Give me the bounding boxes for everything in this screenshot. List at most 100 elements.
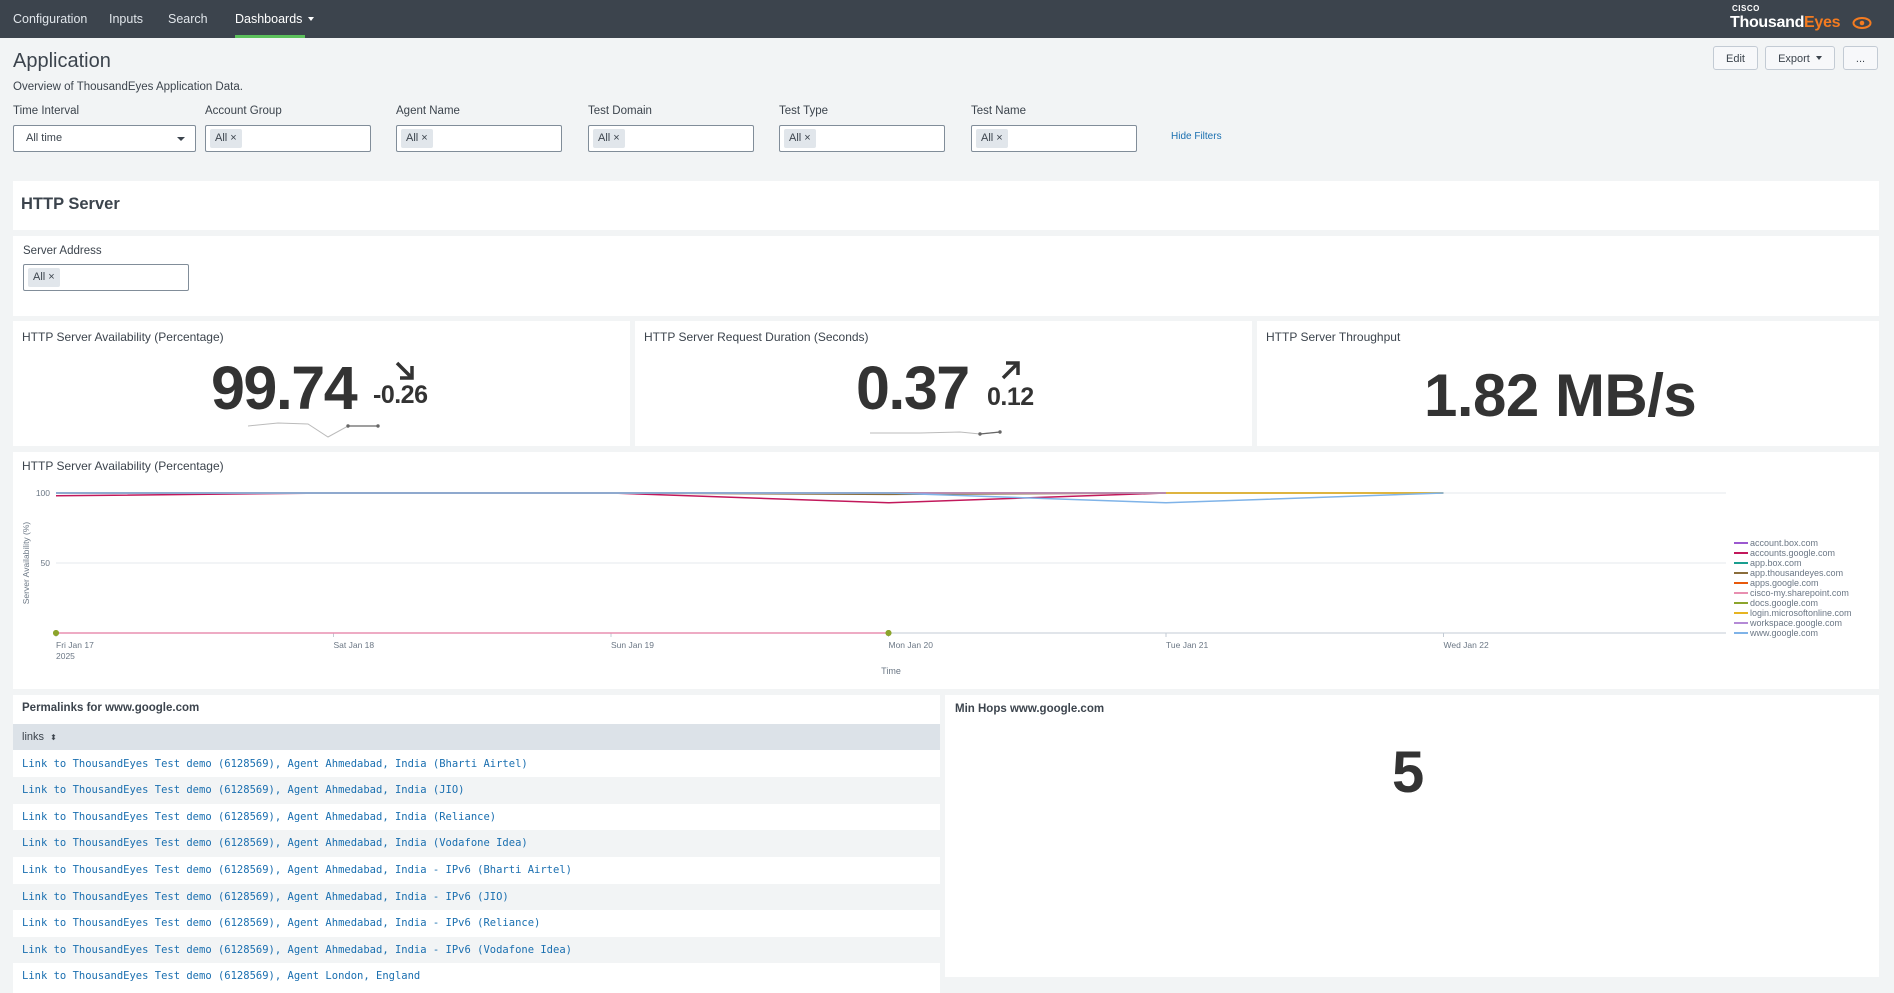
close-icon[interactable]: × [230,132,236,144]
table-row: Link to ThousandEyes Test demo (6128569)… [13,803,940,831]
brand-name-b: Eyes [1804,14,1841,31]
x-tick-label: Tue Jan 21 [1166,640,1208,650]
filter-chip[interactable]: All × [28,268,60,287]
test-type-label: Test Type [779,105,829,117]
kpi-title: HTTP Server Request Duration (Seconds) [644,330,869,344]
time-interval-label: Time Interval [13,105,80,117]
table-row: Link to ThousandEyes Test demo (6128569)… [13,750,940,778]
section-title: HTTP Server [21,195,120,213]
legend-swatch [1734,562,1748,564]
permalink-link[interactable]: Link to ThousandEyes Test demo (6128569)… [13,784,465,796]
kpi-value: 0.37 [856,354,970,422]
nav-inputs[interactable]: Inputs [109,0,143,38]
legend-item[interactable]: app.box.com [1732,558,1852,568]
nav-dashboards-label: Dashboards [235,12,303,26]
legend-item[interactable]: apps.google.com [1732,578,1852,588]
permalink-link[interactable]: Link to ThousandEyes Test demo (6128569)… [13,811,496,823]
brand-logo: CISCO ThousandEyes [1726,4,1876,34]
eye-icon [1852,17,1872,29]
legend-label: apps.google.com [1750,578,1819,588]
legend-item[interactable]: accounts.google.com [1732,548,1852,558]
close-icon[interactable]: × [996,132,1002,144]
legend-label: cisco-my.sharepoint.com [1750,588,1849,598]
kpi-availability-panel: HTTP Server Availability (Percentage) 99… [13,321,630,446]
close-icon[interactable]: × [421,132,427,144]
legend-label: accounts.google.com [1750,548,1836,558]
test-domain-multiselect[interactable]: All × [588,125,754,152]
edit-button[interactable]: Edit [1713,46,1758,70]
legend-swatch [1734,592,1748,594]
x-tick-label: Fri Jan 17 [56,640,94,650]
kpi-throughput-panel: HTTP Server Throughput 1.82 MB/s [1257,321,1879,446]
close-icon[interactable]: × [804,132,810,144]
agent-name-multiselect[interactable]: All × [396,125,562,152]
legend-item[interactable]: www.google.com [1732,628,1852,638]
legend-swatch [1734,612,1748,614]
account-group-multiselect[interactable]: All × [205,125,371,152]
column-header-links[interactable]: links [13,731,44,743]
kpi-title: HTTP Server Throughput [1266,330,1401,344]
top-nav: Configuration Inputs Search Dashboards C… [0,0,1894,38]
filter-chip[interactable]: All × [593,129,625,148]
filter-chip[interactable]: All × [401,129,433,148]
series-point [885,630,892,636]
legend-item[interactable]: login.microsoftonline.com [1732,608,1852,618]
brand-name: ThousandEyes [1730,14,1841,32]
nav-configuration[interactable]: Configuration [13,0,87,38]
export-button[interactable]: Export [1765,46,1835,70]
legend-item[interactable]: app.thousandeyes.com [1732,568,1852,578]
permalink-link[interactable]: Link to ThousandEyes Test demo (6128569)… [13,970,420,982]
active-tab-indicator [235,35,305,38]
legend-item[interactable]: cisco-my.sharepoint.com [1732,588,1852,598]
y-axis-title: Server Availability (%) [21,522,31,605]
filter-chip[interactable]: All × [784,129,816,148]
server-address-multiselect[interactable]: All × [23,264,189,291]
permalink-link[interactable]: Link to ThousandEyes Test demo (6128569)… [13,837,528,849]
more-button[interactable]: ... [1843,46,1878,70]
table-row: Link to ThousandEyes Test demo (6128569)… [13,963,940,990]
caret-down-icon [177,137,185,141]
x-tick-label: Sun Jan 19 [611,640,654,650]
permalink-link[interactable]: Link to ThousandEyes Test demo (6128569)… [13,864,572,876]
page-description: Overview of ThousandEyes Application Dat… [13,81,243,93]
legend-swatch [1734,552,1748,554]
chip-label: All [981,132,994,144]
x-tick-label: Wed Jan 22 [1444,640,1489,650]
legend-item[interactable]: workspace.google.com [1732,618,1852,628]
hide-filters-link[interactable]: Hide Filters [1171,131,1222,142]
time-interval-select[interactable]: All time [13,125,196,152]
nav-search[interactable]: Search [168,0,208,38]
server-address-label: Server Address [23,245,102,257]
table-header[interactable]: links ⬍ [13,724,940,750]
permalink-link[interactable]: Link to ThousandEyes Test demo (6128569)… [13,758,528,770]
sort-icon[interactable]: ⬍ [50,733,57,742]
page-title: Application [13,50,111,72]
permalink-link[interactable]: Link to ThousandEyes Test demo (6128569)… [13,891,509,903]
y-tick-label: 50 [41,558,51,568]
table-row: Link to ThousandEyes Test demo (6128569)… [13,936,940,964]
legend-item[interactable]: account.box.com [1732,538,1852,548]
chart-legend: account.box.com accounts.google.com app.bo… [1732,538,1852,638]
filter-chip[interactable]: All × [210,129,242,148]
test-type-multiselect[interactable]: All × [779,125,945,152]
table-row: Link to ThousandEyes Test demo (6128569)… [13,777,940,804]
legend-swatch [1734,542,1748,544]
availability-line-chart: 100 50 Fri Jan 17 Sat Jan 18 Sun Jan 19 Mon J… [21,488,1726,676]
min-hops-panel: Min Hops www.google.com 5 [945,695,1879,977]
filter-chip[interactable]: All × [976,129,1008,148]
x-tick-label: Mon Jan 20 [889,640,934,650]
close-icon[interactable]: × [613,132,619,144]
nav-dashboards[interactable]: Dashboards [235,0,314,38]
table-row: Link to ThousandEyes Test demo (6128569)… [13,856,940,884]
min-hops-title: Min Hops www.google.com [955,703,1105,715]
permalink-link[interactable]: Link to ThousandEyes Test demo (6128569)… [13,917,540,929]
time-interval-value: All time [26,132,63,144]
legend-swatch [1734,572,1748,574]
section-title-panel: HTTP Server [13,181,1879,230]
chevron-down-icon [1815,56,1822,60]
close-icon[interactable]: × [48,271,54,283]
legend-item[interactable]: docs.google.com [1732,598,1852,608]
permalink-link[interactable]: Link to ThousandEyes Test demo (6128569)… [13,944,572,956]
test-name-multiselect[interactable]: All × [971,125,1137,152]
permalinks-title: Permalinks for www.google.com [22,702,200,714]
